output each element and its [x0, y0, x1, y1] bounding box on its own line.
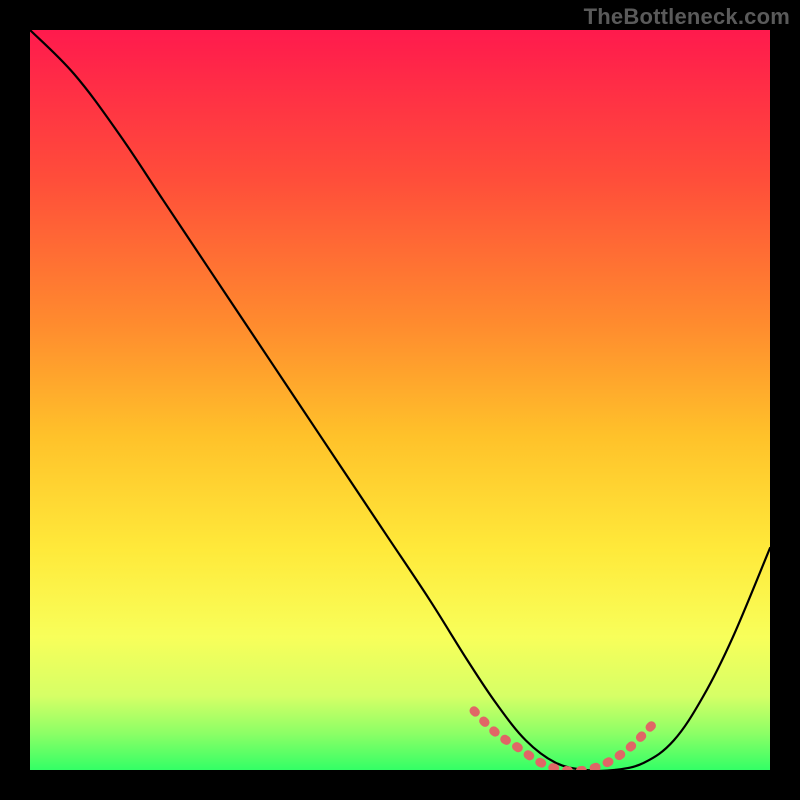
bottleneck-chart — [30, 30, 770, 770]
gradient-background — [30, 30, 770, 770]
watermark-label: TheBottleneck.com — [584, 4, 790, 30]
chart-frame: TheBottleneck.com — [0, 0, 800, 800]
